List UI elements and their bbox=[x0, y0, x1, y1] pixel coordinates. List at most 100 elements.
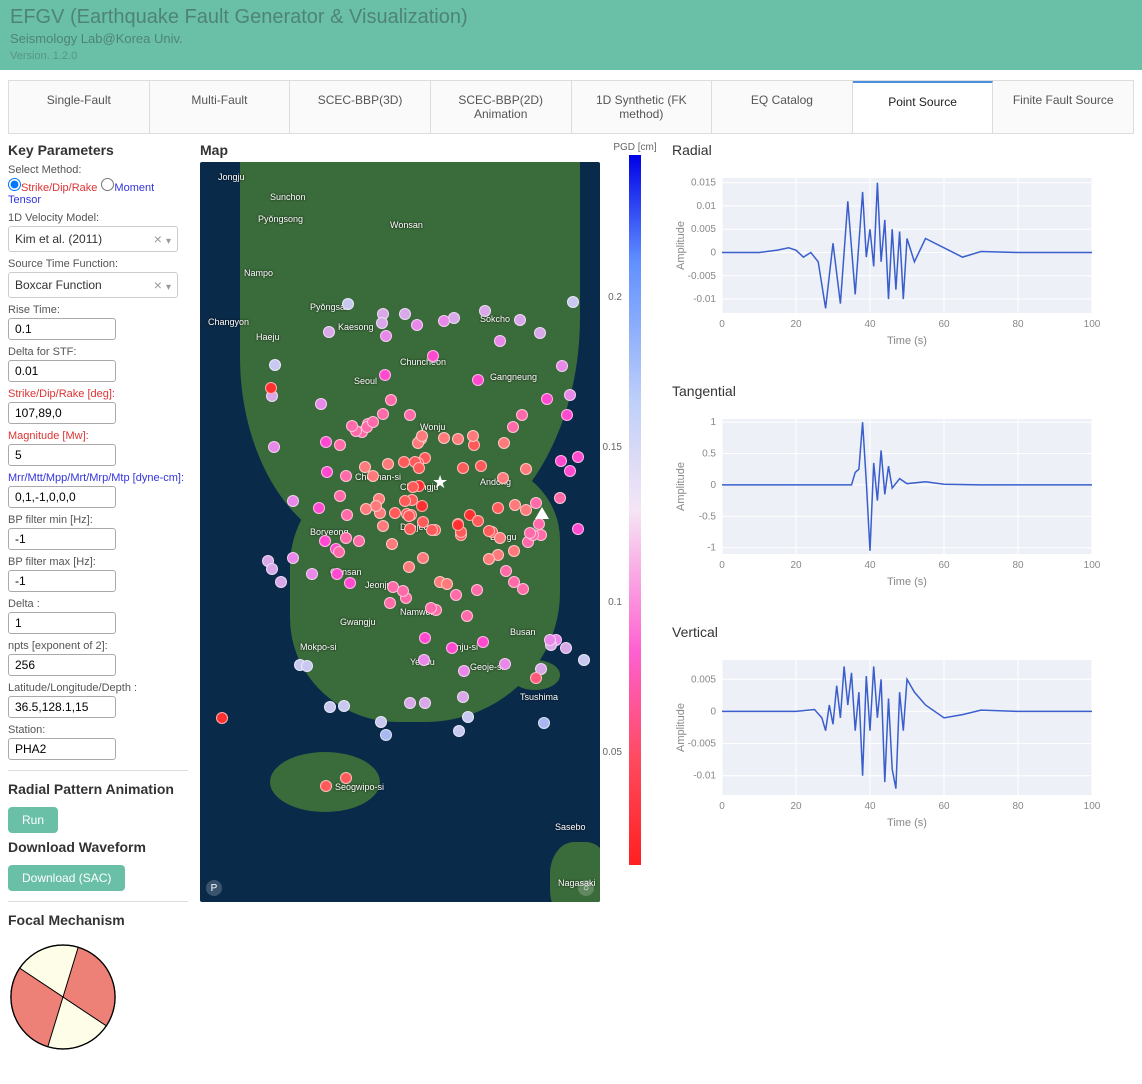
delta-stf-input[interactable] bbox=[8, 360, 116, 382]
svg-text:1: 1 bbox=[710, 417, 716, 428]
tab-scec-2d[interactable]: SCEC-BBP(2D) Animation bbox=[431, 81, 572, 133]
tab-single-fault[interactable]: Single-Fault bbox=[9, 81, 150, 133]
bp-min-label: BP filter min [Hz]: bbox=[8, 514, 188, 526]
tab-multi-fault[interactable]: Multi-Fault bbox=[150, 81, 291, 133]
clear-icon[interactable]: × bbox=[154, 231, 162, 247]
radial-anim-title: Radial Pattern Animation bbox=[8, 781, 188, 797]
vel-model-label: 1D Velocity Model: bbox=[8, 212, 188, 224]
svg-text:0: 0 bbox=[719, 560, 725, 571]
mt-input[interactable] bbox=[8, 486, 116, 508]
svg-text:0.005: 0.005 bbox=[691, 224, 716, 235]
colorbar-tick: 0.2 bbox=[608, 292, 622, 303]
bp-min-input[interactable] bbox=[8, 528, 116, 550]
map-canvas[interactable]: Jongju Sunchon Pyŏngsong Wonsan Nampo Ch… bbox=[200, 162, 600, 902]
chevron-down-icon: ▾ bbox=[166, 282, 171, 293]
tab-bar: Single-Fault Multi-Fault SCEC-BBP(3D) SC… bbox=[8, 80, 1134, 134]
stf-select[interactable]: Boxcar Function × ▾ bbox=[8, 272, 178, 298]
svg-text:Time (s): Time (s) bbox=[887, 817, 927, 829]
bp-max-label: BP filter max [Hz]: bbox=[8, 556, 188, 568]
radio-sdr-label: Strike/Dip/Rake bbox=[21, 182, 97, 194]
station-label: Station: bbox=[8, 724, 188, 736]
delta-input[interactable] bbox=[8, 612, 116, 634]
station-triangle-icon bbox=[535, 507, 549, 519]
svg-text:0.015: 0.015 bbox=[691, 178, 716, 189]
tangential-chart[interactable]: 020406080100-1-0.500.51Time (s)Amplitude bbox=[672, 409, 1102, 589]
svg-text:60: 60 bbox=[938, 560, 950, 571]
colorbar-tick: 0.05 bbox=[603, 747, 622, 758]
svg-text:-0.01: -0.01 bbox=[693, 771, 716, 782]
vertical-chart[interactable]: 020406080100-0.01-0.00500.005Time (s)Amp… bbox=[672, 650, 1102, 830]
svg-text:40: 40 bbox=[864, 319, 876, 330]
focal-title: Focal Mechanism bbox=[8, 912, 188, 928]
app-version: Version. 1.2.0 bbox=[10, 50, 1132, 62]
svg-text:-0.005: -0.005 bbox=[688, 739, 717, 750]
svg-text:20: 20 bbox=[790, 319, 802, 330]
station-input[interactable] bbox=[8, 738, 116, 760]
svg-text:0: 0 bbox=[719, 319, 725, 330]
rise-time-input[interactable] bbox=[8, 318, 116, 340]
svg-text:0: 0 bbox=[710, 480, 716, 491]
radio-sdr[interactable] bbox=[8, 178, 21, 191]
svg-text:40: 40 bbox=[864, 560, 876, 571]
stf-label: Source Time Function: bbox=[8, 258, 188, 270]
svg-text:80: 80 bbox=[1012, 319, 1024, 330]
map-attrib-icon[interactable]: ○ bbox=[578, 880, 594, 896]
radial-chart[interactable]: 020406080100-0.01-0.00500.0050.010.015Ti… bbox=[672, 168, 1102, 348]
tab-scec-3d[interactable]: SCEC-BBP(3D) bbox=[290, 81, 431, 133]
npts-label: npts [exponent of 2]: bbox=[8, 640, 188, 652]
svg-text:-1: -1 bbox=[707, 543, 716, 554]
bp-max-input[interactable] bbox=[8, 570, 116, 592]
sdr-label: Strike/Dip/Rake [deg]: bbox=[8, 388, 188, 400]
svg-text:100: 100 bbox=[1084, 319, 1101, 330]
latlon-input[interactable] bbox=[8, 696, 116, 718]
svg-text:Amplitude: Amplitude bbox=[675, 703, 687, 752]
method-radios: Strike/Dip/RakeMoment Tensor bbox=[8, 178, 188, 206]
mt-label: Mrr/Mtt/Mpp/Mrt/Mrp/Mtp [dyne-cm]: bbox=[8, 472, 188, 484]
svg-text:0.005: 0.005 bbox=[691, 674, 716, 685]
stf-value: Boxcar Function bbox=[15, 278, 102, 292]
delta-stf-label: Delta for STF: bbox=[8, 346, 188, 358]
tangential-chart-title: Tangential bbox=[672, 383, 1134, 399]
download-title: Download Waveform bbox=[8, 839, 188, 855]
chevron-down-icon: ▾ bbox=[166, 236, 171, 247]
download-button[interactable]: Download (SAC) bbox=[8, 865, 125, 891]
radial-chart-title: Radial bbox=[672, 142, 1134, 158]
tab-eq-catalog[interactable]: EQ Catalog bbox=[712, 81, 853, 133]
sdr-input[interactable] bbox=[8, 402, 116, 424]
radio-mt[interactable] bbox=[101, 178, 114, 191]
run-button[interactable]: Run bbox=[8, 807, 58, 833]
svg-text:0: 0 bbox=[719, 801, 725, 812]
select-method-label: Select Method: bbox=[8, 164, 188, 176]
svg-text:80: 80 bbox=[1012, 560, 1024, 571]
svg-text:100: 100 bbox=[1084, 560, 1101, 571]
svg-text:0.01: 0.01 bbox=[697, 201, 717, 212]
svg-text:Amplitude: Amplitude bbox=[675, 221, 687, 270]
clear-icon[interactable]: × bbox=[154, 277, 162, 293]
app-header: EFGV (Earthquake Fault Generator & Visua… bbox=[0, 0, 1142, 72]
svg-text:Amplitude: Amplitude bbox=[675, 462, 687, 511]
tab-finite-fault[interactable]: Finite Fault Source bbox=[993, 81, 1133, 133]
tab-1d-synth[interactable]: 1D Synthetic (FK method) bbox=[572, 81, 713, 133]
colorbar-title: PGD [cm] bbox=[610, 142, 660, 153]
app-subtitle: Seismology Lab@Korea Univ. bbox=[10, 31, 1132, 46]
svg-text:100: 100 bbox=[1084, 801, 1101, 812]
svg-text:-0.005: -0.005 bbox=[688, 271, 717, 282]
delta-label: Delta : bbox=[8, 598, 188, 610]
magnitude-input[interactable] bbox=[8, 444, 116, 466]
vel-model-select[interactable]: Kim et al. (2011) × ▾ bbox=[8, 226, 178, 252]
svg-text:Time (s): Time (s) bbox=[887, 576, 927, 588]
map-info-icon[interactable]: P bbox=[206, 880, 222, 896]
svg-text:-0.5: -0.5 bbox=[699, 511, 717, 522]
svg-text:0.5: 0.5 bbox=[702, 449, 716, 460]
vertical-chart-title: Vertical bbox=[672, 624, 1134, 640]
beachball-diagram bbox=[8, 942, 118, 1052]
colorbar-tick: 0.1 bbox=[608, 597, 622, 608]
svg-text:40: 40 bbox=[864, 801, 876, 812]
colorbar: PGD [cm] 0.2 0.15 0.1 0.05 bbox=[610, 142, 660, 882]
colorbar-tick: 0.15 bbox=[603, 442, 622, 453]
app-title: EFGV (Earthquake Fault Generator & Visua… bbox=[10, 6, 1132, 29]
tab-point-source[interactable]: Point Source bbox=[853, 81, 994, 133]
npts-input[interactable] bbox=[8, 654, 116, 676]
vel-model-value: Kim et al. (2011) bbox=[15, 232, 102, 246]
svg-text:80: 80 bbox=[1012, 801, 1024, 812]
